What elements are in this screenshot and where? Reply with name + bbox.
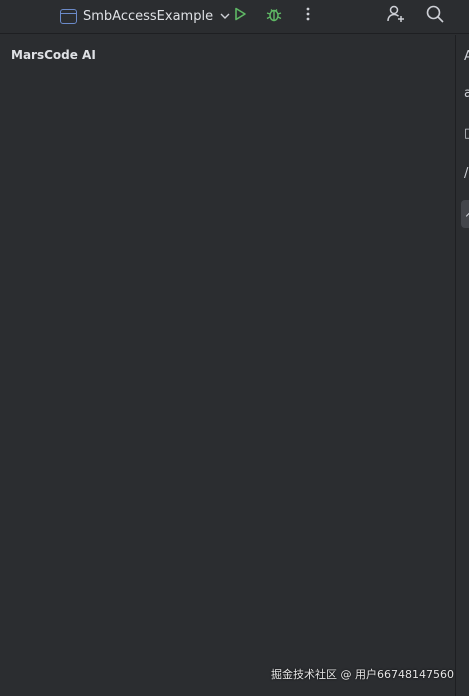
main-toolbar: SmbAccessExample — [0, 0, 469, 34]
bug-icon — [265, 5, 283, 27]
window-icon — [60, 8, 77, 24]
strip-icon-a-lower[interactable]: a — [464, 85, 469, 103]
vertical-dots-icon — [305, 6, 311, 26]
run-configuration-selector[interactable]: SmbAccessExample — [60, 5, 231, 27]
tool-window-title: MarsCode AI — [11, 48, 96, 62]
ide-window: SmbAccessExample MarsCode AI A a ▯ / 掘金技… — [0, 0, 469, 696]
search-everywhere-button[interactable] — [423, 4, 447, 28]
run-configuration-name: SmbAccessExample — [83, 8, 214, 24]
strip-icon-marscode[interactable]: ↗ — [464, 205, 469, 223]
play-icon — [232, 6, 248, 26]
search-icon — [425, 4, 445, 28]
strip-icon-slash[interactable]: / — [464, 165, 469, 183]
marscode-ai-tool-window: MarsCode AI — [0, 35, 455, 696]
debug-button[interactable] — [262, 4, 286, 28]
more-actions-button[interactable] — [296, 4, 320, 28]
watermark-text: 掘金技术社区 @ 用户66748147560 — [271, 668, 454, 681]
add-user-icon — [386, 4, 406, 28]
strip-icon-panel[interactable]: ▯ — [464, 125, 469, 143]
run-button[interactable] — [228, 4, 252, 28]
code-with-me-button[interactable] — [384, 4, 408, 28]
right-tool-strip: A a ▯ / ↗ — [455, 35, 469, 696]
strip-icon-a-upper[interactable]: A — [464, 48, 469, 66]
